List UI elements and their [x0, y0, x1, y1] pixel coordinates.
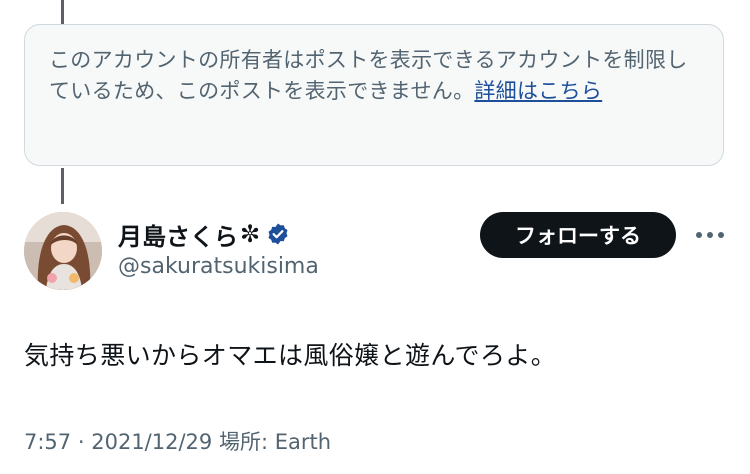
- location-label: 場所:: [218, 430, 269, 454]
- avatar[interactable]: [24, 212, 102, 290]
- restricted-post-notice: このアカウントの所有者はポストを表示できるアカウントを制限しているため、このポス…: [24, 24, 724, 166]
- more-options-button[interactable]: [690, 220, 730, 250]
- post-metadata: 7:57 · 2021/12/29 場所: Earth: [24, 426, 331, 456]
- name-emoji: ✼: [240, 220, 261, 248]
- verified-badge-icon[interactable]: [266, 222, 290, 246]
- location-value: Earth: [274, 430, 332, 454]
- follow-button[interactable]: フォローする: [480, 212, 676, 258]
- post-page: このアカウントの所有者はポストを表示できるアカウントを制限しているため、このポス…: [0, 0, 750, 474]
- post-time[interactable]: 7:57: [24, 430, 71, 454]
- more-horizontal-icon: [696, 232, 724, 238]
- thread-line-connector: [61, 168, 64, 204]
- user-handle[interactable]: @sakuratsukisima: [118, 254, 319, 279]
- thread-line-top: [61, 0, 64, 24]
- notice-text: このアカウントの所有者はポストを表示できるアカウントを制限しているため、このポス…: [49, 45, 699, 107]
- display-name-row[interactable]: 月島さくら ✼: [118, 216, 290, 252]
- display-name[interactable]: 月島さくら: [118, 217, 238, 252]
- avatar-photo: [24, 212, 102, 290]
- learn-more-link[interactable]: 詳細はこちら: [474, 79, 602, 103]
- post-text: 気持ち悪いからオマエは風俗嬢と遊んでろよ。: [24, 341, 557, 370]
- meta-separator: ·: [77, 430, 85, 454]
- post-date[interactable]: 2021/12/29: [91, 430, 212, 454]
